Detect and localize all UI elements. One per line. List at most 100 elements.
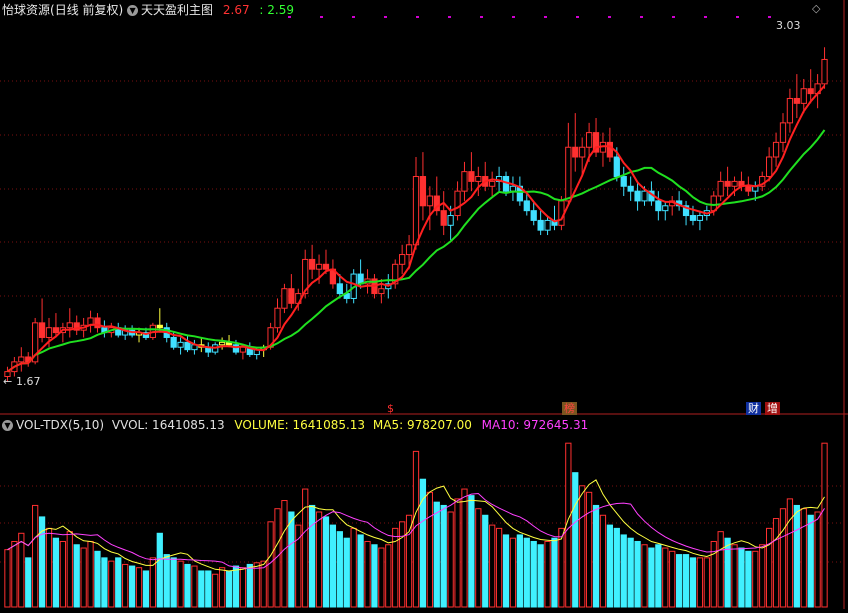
candle-body xyxy=(309,258,316,270)
volume-bar xyxy=(454,498,461,608)
volume-bar xyxy=(689,557,697,608)
stock-name[interactable]: 怡球资源 xyxy=(2,3,50,17)
volume-bar xyxy=(821,442,828,608)
volume-indicator-name[interactable]: VOL-TDX(5,10) xyxy=(16,418,104,432)
indicator-value-red: 2.67 xyxy=(222,3,250,17)
volume-bar xyxy=(135,567,143,608)
event-badge-rank[interactable]: 榜 xyxy=(562,402,577,415)
volume-bar xyxy=(682,554,690,608)
volume-value: VOLUME: 1641085.13 xyxy=(234,418,366,432)
volume-bar xyxy=(288,511,295,608)
event-badge-increase[interactable]: 增 xyxy=(765,402,780,415)
volume-bar xyxy=(205,570,212,608)
signal-dot xyxy=(320,16,323,18)
candle-body xyxy=(821,58,828,85)
volume-bar xyxy=(814,511,821,608)
volume-bar xyxy=(745,550,752,608)
volume-bar xyxy=(419,478,427,608)
kline-chart[interactable] xyxy=(0,0,848,609)
candle-body xyxy=(558,200,565,226)
volume-bar xyxy=(198,570,205,608)
volume-bar xyxy=(606,524,614,608)
volume-bar xyxy=(779,508,787,608)
volume-bar xyxy=(461,488,468,608)
volume-bar xyxy=(357,534,364,608)
signal-dot xyxy=(384,16,387,18)
volume-bar xyxy=(371,544,378,608)
volume-bar xyxy=(25,557,32,608)
low-price-label: 1.67 xyxy=(16,375,41,388)
candle-body xyxy=(627,185,634,192)
volume-bar xyxy=(537,544,544,608)
volume-bar xyxy=(45,527,53,608)
candle-body xyxy=(655,200,662,212)
candle-body xyxy=(565,146,572,202)
chevron-down-icon[interactable]: ▼ xyxy=(127,5,139,16)
candle-body xyxy=(18,356,25,363)
volume-bar xyxy=(232,565,240,608)
volume-bar xyxy=(32,504,39,608)
volume-bar xyxy=(281,500,288,608)
candle-body xyxy=(572,146,579,158)
volume-bar xyxy=(495,527,503,608)
candle-body xyxy=(239,346,247,353)
volume-bar xyxy=(385,544,392,608)
settings-diamond-icon[interactable]: ◇ xyxy=(812,2,820,16)
event-badge-finance[interactable]: 财 xyxy=(746,402,761,415)
arrow-left-icon: ← xyxy=(3,375,13,388)
candle-body xyxy=(218,341,226,346)
candle-body xyxy=(177,341,184,348)
event-badge-dollar[interactable]: $ xyxy=(385,402,396,415)
candle-body xyxy=(232,344,240,353)
candle-body xyxy=(322,263,330,270)
volume-bar xyxy=(336,531,343,608)
candle-body xyxy=(475,176,482,182)
candle-body xyxy=(184,341,191,351)
volume-bar xyxy=(482,514,489,608)
chevron-down-icon[interactable]: ▼ xyxy=(2,420,13,431)
volume-bar xyxy=(772,518,780,608)
signal-dot xyxy=(704,16,707,18)
volume-bar xyxy=(579,485,586,608)
candle-body xyxy=(523,200,530,212)
candle-body xyxy=(696,215,704,221)
volume-bar xyxy=(52,537,60,608)
volume-bar xyxy=(620,534,627,608)
candle-body xyxy=(641,190,648,202)
candle-body xyxy=(45,327,53,338)
candle-body xyxy=(786,97,794,124)
signal-dot xyxy=(416,16,419,18)
candle-body xyxy=(634,190,641,202)
volume-bar xyxy=(87,540,94,608)
volume-bar xyxy=(572,472,579,608)
volume-bar xyxy=(724,537,731,608)
volume-bar xyxy=(412,450,420,608)
volume-bar xyxy=(440,504,447,608)
volume-bar xyxy=(191,565,198,608)
candle-body xyxy=(315,263,323,270)
high-price-label: 3.03 xyxy=(776,19,801,32)
candle-body xyxy=(447,215,454,226)
candle-body xyxy=(170,336,177,348)
volume-bar xyxy=(752,550,759,608)
volume-bar xyxy=(759,544,766,608)
volume-bar xyxy=(655,544,662,608)
period-label[interactable]: (日线 前复权) xyxy=(50,3,123,17)
indicator-name[interactable]: 天天盈利主图 xyxy=(141,3,213,17)
candle-body xyxy=(454,190,461,217)
ma5-value: MA5: 978207.00 xyxy=(372,418,472,432)
candle-body xyxy=(731,180,738,187)
volume-bar xyxy=(322,516,330,608)
volume-bar xyxy=(101,557,108,608)
volume-bar xyxy=(599,514,607,608)
volume-bar xyxy=(807,514,814,608)
candle-body xyxy=(766,156,773,178)
candle-body xyxy=(288,288,295,304)
volume-bar xyxy=(128,565,136,608)
candle-body xyxy=(489,180,496,187)
volume-bar xyxy=(246,563,253,608)
signal-dot xyxy=(768,16,771,18)
volume-bar xyxy=(239,567,247,608)
candle-body xyxy=(606,141,614,158)
volume-bar xyxy=(502,534,510,608)
